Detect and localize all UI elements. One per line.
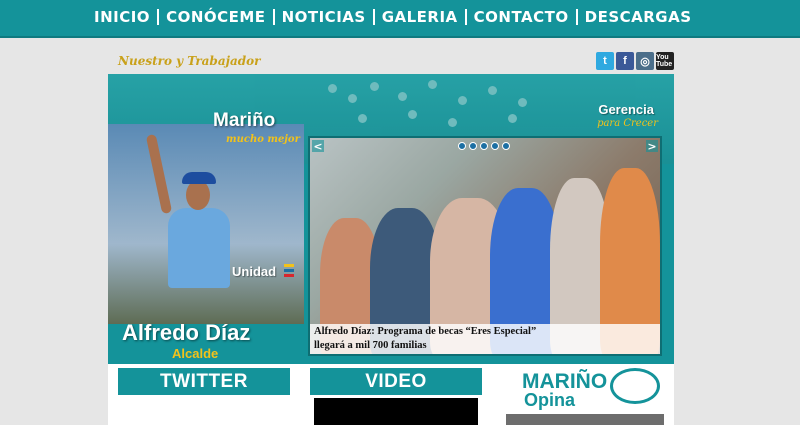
slide-caption[interactable]: Alfredo Díaz: Programa de becas “Eres Es…: [310, 324, 660, 354]
gerencia-logo-subtitle: para Crecer: [597, 118, 658, 129]
nav-item-descargas[interactable]: DESCARGAS: [585, 8, 692, 26]
nav-item-contacto[interactable]: CONTACTO: [474, 8, 569, 26]
page-container: Nuestro y Trabajador t f ◎ You Tube Mari…: [108, 50, 674, 425]
nav-item-inicio[interactable]: INICIO: [94, 8, 150, 26]
instagram-icon[interactable]: ◎: [636, 52, 654, 70]
opina-content-box: [506, 414, 664, 425]
candidate-name: Alfredo Díaz: [122, 320, 251, 345]
marino-opina-logo[interactable]: MARIÑO Opina: [518, 368, 678, 412]
twitter-icon[interactable]: t: [596, 52, 614, 70]
nav-separator: [272, 9, 275, 25]
nav-item-conoceme[interactable]: CONÓCEME: [166, 8, 266, 26]
slider-dot[interactable]: [502, 142, 510, 150]
twitter-section-title: TWITTER: [118, 368, 290, 395]
facebook-icon[interactable]: f: [616, 52, 634, 70]
caption-line-1[interactable]: Alfredo Díaz: Programa de becas “Eres Es…: [310, 324, 660, 338]
marino-logo-subtitle: mucho mejor: [226, 134, 300, 145]
nav-item-galeria[interactable]: GALERIA: [382, 8, 458, 26]
caption-line-2[interactable]: llegará a mil 700 familias: [310, 338, 660, 352]
speech-bubble-icon: [610, 368, 660, 404]
news-slider[interactable]: < > Alfredo Díaz: Programa de becas “Ere…: [308, 136, 662, 356]
slider-dot[interactable]: [480, 142, 488, 150]
slider-dot[interactable]: [491, 142, 499, 150]
slider-dot[interactable]: [458, 142, 466, 150]
slider-dot[interactable]: [469, 142, 477, 150]
nav-separator: [157, 9, 160, 25]
video-player[interactable]: [314, 398, 478, 425]
candidate-panel: Mariño mucho mejor Unidad Alfredo Díaz A…: [108, 74, 304, 364]
nav-separator: [464, 9, 467, 25]
video-section-title: VIDEO: [310, 368, 482, 395]
hero-banner: Mariño mucho mejor Unidad Alfredo Díaz A…: [108, 74, 674, 364]
slider-next-button[interactable]: >: [646, 140, 658, 153]
gerencia-logo-title: Gerencia: [598, 102, 654, 117]
social-links: t f ◎ You Tube: [596, 52, 674, 70]
nav-separator: [575, 9, 578, 25]
marino-logo-title: Mariño: [213, 110, 276, 131]
opina-subtitle: Opina: [524, 390, 576, 410]
unidad-logo: Unidad: [232, 264, 277, 279]
candidate-figure: [145, 126, 238, 288]
slider-dots: [458, 142, 510, 150]
nav-item-noticias[interactable]: NOTICIAS: [282, 8, 366, 26]
slide-image[interactable]: [310, 138, 660, 354]
bottom-section: TWITTER VIDEO MARIÑO Opina: [108, 364, 674, 425]
slider-prev-button[interactable]: <: [312, 140, 324, 153]
youtube-icon[interactable]: You Tube: [656, 52, 674, 70]
slogan: Nuestro y Trabajador: [118, 54, 261, 68]
nav-separator: [372, 9, 375, 25]
unidad-flag-icon: [284, 264, 294, 279]
top-navigation: INICIO CONÓCEME NOTICIAS GALERIA CONTACT…: [0, 0, 800, 38]
nav-menu: INICIO CONÓCEME NOTICIAS GALERIA CONTACT…: [94, 8, 692, 26]
candidate-role: Alcalde: [172, 346, 219, 361]
